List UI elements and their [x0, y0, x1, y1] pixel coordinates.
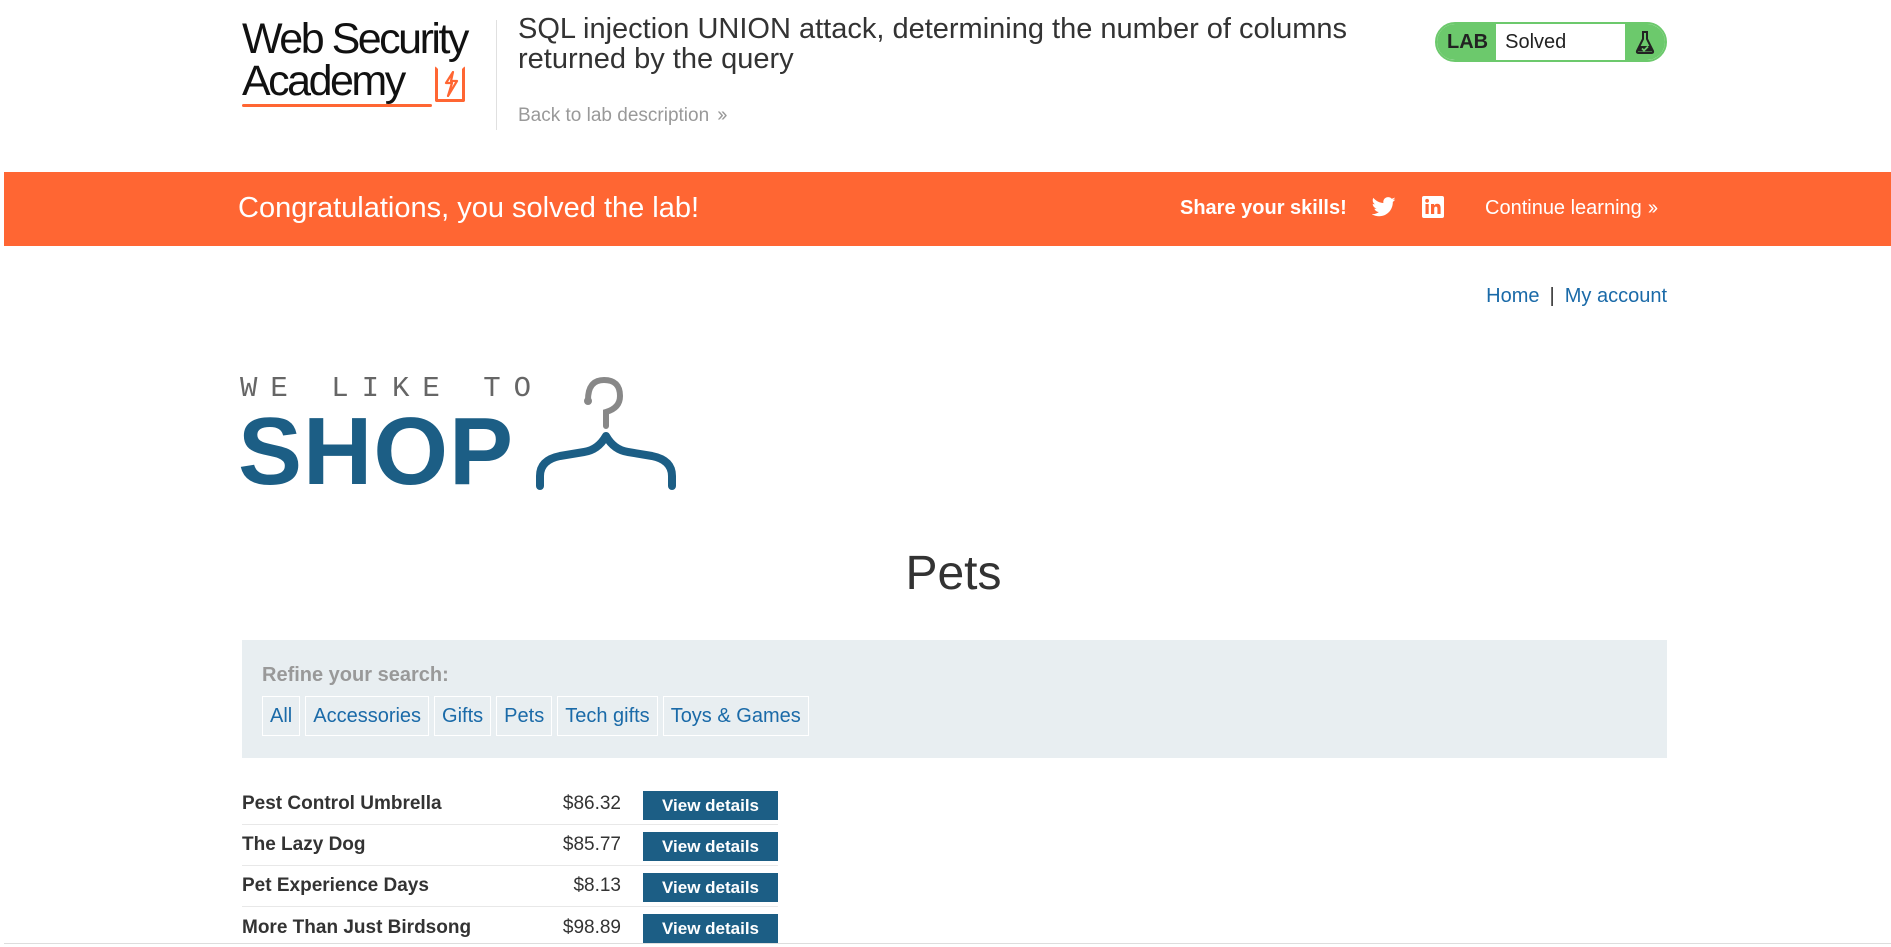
filter-pets[interactable]: Pets — [496, 696, 553, 736]
back-to-lab-description-link[interactable]: Back to lab description ›› — [518, 104, 728, 127]
my-account-link[interactable]: My account — [1565, 285, 1667, 307]
top-navigation: Home | My account — [1474, 285, 1667, 308]
lab-status-state: Solved — [1505, 30, 1567, 53]
table-row: Pest Control Umbrella $86.32 View detail… — [242, 784, 778, 825]
product-price: $85.77 — [562, 834, 621, 855]
continue-learning-link[interactable]: Continue learning ›› — [1485, 197, 1658, 220]
product-name: Pet Experience Days — [242, 875, 429, 896]
lab-title: SQL injection UNION attack, determining … — [518, 13, 1348, 75]
product-name: The Lazy Dog — [242, 834, 366, 855]
lab-status-badge: LAB Solved — [1435, 22, 1667, 62]
share-skills-label: Share your skills! — [1180, 197, 1347, 219]
logo-line-1: Web Security — [242, 15, 469, 63]
lab-header: Web Security Academy SQL injection UNION… — [4, 0, 1891, 172]
table-row: More Than Just Birdsong $98.89 View deta… — [242, 907, 778, 947]
product-table: Pest Control Umbrella $86.32 View detail… — [242, 784, 778, 947]
twitter-icon[interactable] — [1371, 197, 1398, 221]
logo-bolt-icon — [435, 66, 465, 102]
logo-underline — [242, 104, 432, 107]
shop-logo-word: SHOP — [238, 398, 515, 505]
back-link-label: Back to lab description — [518, 105, 710, 126]
filter-panel: Refine your search: All Accessories Gift… — [242, 640, 1667, 758]
filter-label: Refine your search: — [262, 664, 449, 686]
nav-separator: | — [1549, 285, 1555, 307]
congratulations-banner: Congratulations, you solved the lab! Sha… — [4, 172, 1891, 246]
view-details-button[interactable]: View details — [643, 791, 778, 820]
table-row: The Lazy Dog $85.77 View details — [242, 825, 778, 866]
shop-logo: WE LIKE TO SHOP — [238, 368, 688, 502]
linkedin-icon[interactable] — [1422, 196, 1446, 220]
home-link[interactable]: Home — [1486, 285, 1539, 307]
double-chevron-right-icon: ›› — [1647, 197, 1658, 219]
table-row: Pet Experience Days $8.13 View details — [242, 866, 778, 907]
continue-learning-label: Continue learning — [1485, 197, 1642, 219]
header-divider — [496, 20, 497, 130]
filter-gifts[interactable]: Gifts — [434, 696, 492, 736]
page-frame: Web Security Academy SQL injection UNION… — [4, 0, 1891, 944]
view-details-button[interactable]: View details — [643, 914, 778, 943]
hanger-icon — [536, 376, 676, 490]
flask-icon — [1625, 24, 1665, 60]
product-price: $98.89 — [562, 916, 621, 938]
filter-tech-gifts[interactable]: Tech gifts — [557, 696, 658, 736]
lab-status-label: LAB — [1437, 24, 1497, 60]
product-name: More Than Just Birdsong — [242, 916, 472, 938]
double-chevron-right-icon: ›› — [717, 104, 727, 126]
category-filters: All Accessories Gifts Pets Tech gifts To… — [262, 696, 809, 736]
view-details-button[interactable]: View details — [643, 873, 778, 902]
product-price: $86.32 — [562, 793, 621, 814]
view-details-button[interactable]: View details — [643, 832, 778, 861]
filter-accessories[interactable]: Accessories — [305, 696, 430, 736]
congratulations-message: Congratulations, you solved the lab! — [238, 192, 700, 224]
product-name: Pest Control Umbrella — [242, 793, 442, 814]
product-price: $8.13 — [573, 875, 621, 896]
page-title: Pets — [905, 547, 1002, 600]
filter-toys-and-games[interactable]: Toys & Games — [662, 696, 809, 736]
filter-all[interactable]: All — [262, 696, 301, 736]
web-security-academy-logo[interactable]: Web Security Academy — [242, 18, 496, 114]
